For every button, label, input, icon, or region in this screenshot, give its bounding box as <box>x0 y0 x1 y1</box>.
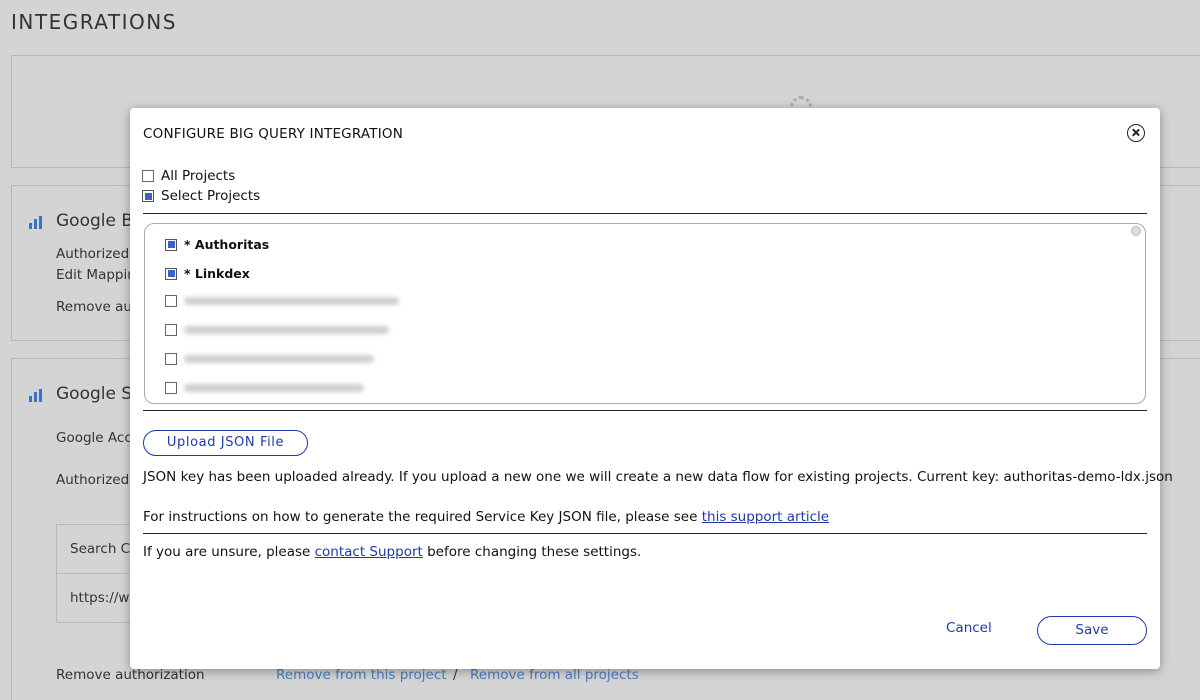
project-checkbox[interactable] <box>165 238 177 251</box>
project-list[interactable]: * Authoritas * Linkdex <box>144 223 1146 404</box>
cancel-button[interactable]: Cancel <box>946 620 992 636</box>
redacted-project-label <box>184 355 374 363</box>
project-label: * Linkdex <box>184 266 250 281</box>
bigquery-remove-authorization[interactable]: Remove au <box>56 299 132 315</box>
google-account-text: Google Acc <box>56 430 132 446</box>
unsure-text: If you are unsure, please contact Suppor… <box>143 544 641 560</box>
project-checkbox[interactable] <box>165 267 177 280</box>
remove-from-this-project-link[interactable]: Remove from this project <box>276 667 447 683</box>
all-projects-option[interactable]: All Projects <box>142 168 235 184</box>
divider <box>143 213 1147 214</box>
divider <box>143 410 1147 411</box>
modal-title: CONFIGURE BIG QUERY INTEGRATION <box>143 126 404 142</box>
bigquery-panel-heading: Google B <box>56 211 134 231</box>
redacted-project-label <box>184 297 399 305</box>
unsure-suffix: before changing these settings. <box>422 544 642 560</box>
select-projects-option[interactable]: Select Projects <box>142 188 260 204</box>
unsure-prefix: If you are unsure, please <box>143 544 315 560</box>
remove-separator: / <box>453 667 458 683</box>
save-button[interactable]: Save <box>1037 616 1147 645</box>
search-console-panel-heading: Google S <box>56 384 133 404</box>
remove-from-all-projects-link[interactable]: Remove from all projects <box>470 667 639 683</box>
search-console-url: https://w <box>70 590 130 606</box>
project-checkbox[interactable] <box>165 324 177 336</box>
bigquery-authorized-text: Authorized <box>56 246 130 262</box>
support-article-link[interactable]: this support article <box>702 509 829 525</box>
bigquery-edit-mapping-link[interactable]: Edit Mappin <box>56 267 136 283</box>
close-icon[interactable] <box>1127 124 1145 142</box>
project-checkbox[interactable] <box>165 382 177 394</box>
search-console-label: Search C <box>70 541 131 557</box>
project-item[interactable] <box>165 353 374 365</box>
json-key-status-text: JSON key has been uploaded already. If y… <box>143 469 1173 485</box>
bar-chart-icon <box>29 388 43 402</box>
project-item[interactable] <box>165 382 364 394</box>
divider <box>143 533 1147 534</box>
select-projects-checkbox[interactable] <box>142 190 154 202</box>
project-label: * Authoritas <box>184 237 270 252</box>
page-title: INTEGRATIONS <box>11 10 177 34</box>
project-checkbox[interactable] <box>165 295 177 307</box>
contact-support-link[interactable]: contact Support <box>315 544 423 560</box>
redacted-project-label <box>184 384 364 392</box>
redacted-project-label <box>184 326 389 334</box>
scrollbar-handle[interactable] <box>1131 226 1141 236</box>
project-checkbox[interactable] <box>165 353 177 365</box>
project-item[interactable] <box>165 295 399 307</box>
gsc-remove-authorization-label: Remove authorization <box>56 667 205 683</box>
select-projects-label: Select Projects <box>161 188 261 204</box>
configure-bigquery-modal: CONFIGURE BIG QUERY INTEGRATION All Proj… <box>130 108 1173 669</box>
project-item[interactable]: * Linkdex <box>165 266 250 281</box>
upload-json-button[interactable]: Upload JSON File <box>143 430 308 456</box>
project-item[interactable] <box>165 324 389 336</box>
bar-chart-icon <box>29 215 43 229</box>
all-projects-label: All Projects <box>161 168 236 184</box>
instructions-text: For instructions on how to generate the … <box>143 509 829 525</box>
gsc-authorized-text: Authorized <box>56 472 130 488</box>
instructions-prefix: For instructions on how to generate the … <box>143 509 702 525</box>
all-projects-checkbox[interactable] <box>142 170 154 182</box>
project-item[interactable]: * Authoritas <box>165 237 269 252</box>
